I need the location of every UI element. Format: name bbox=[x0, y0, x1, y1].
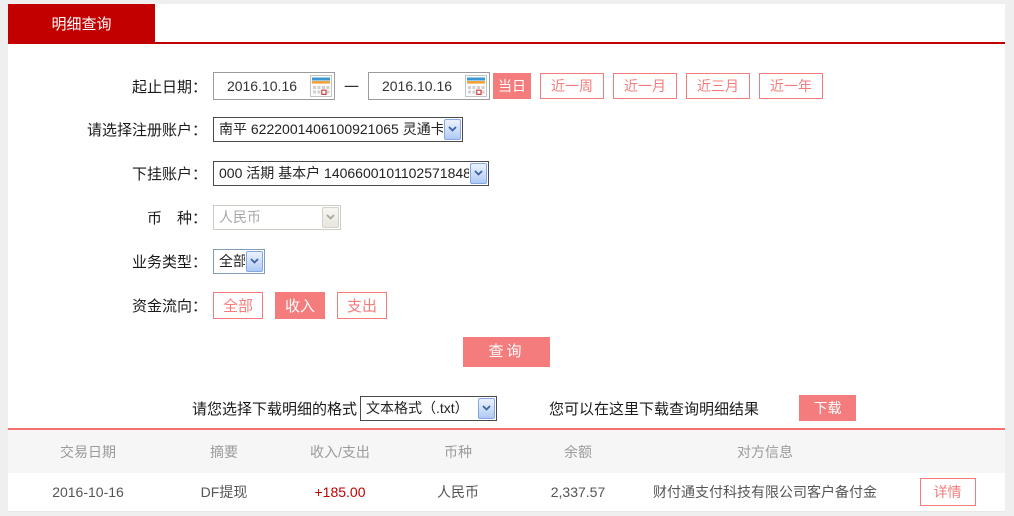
cell-trade-date: 2016-10-16 bbox=[52, 484, 124, 500]
quick-filter-quarter[interactable]: 近三月 bbox=[686, 73, 751, 99]
query-button-row: 查询 bbox=[8, 337, 1005, 367]
cell-balance: 2,337.57 bbox=[550, 484, 606, 500]
business-type-select[interactable]: 全部 bbox=[213, 248, 265, 274]
page-background: { "colors": { "brand_red": "#c30000", "s… bbox=[0, 0, 1014, 516]
tab-detail-query[interactable]: 明细查询 bbox=[8, 4, 155, 42]
registered-account-label: 请选择注册账户： bbox=[86, 121, 207, 139]
start-date-value: 2016.10.16 bbox=[226, 78, 298, 94]
chevron-down-icon[interactable] bbox=[444, 118, 461, 140]
sub-account-select[interactable]: 000 活期 基本户 1406600101102571848 bbox=[213, 160, 489, 186]
download-format-label: 请您选择下载明细的格式 bbox=[192, 400, 358, 418]
fund-flow-label: 资金流向： bbox=[131, 298, 207, 315]
calendar-icon[interactable] bbox=[310, 75, 332, 97]
sub-account-row: 下挂账户： 000 活期 基本户 1406600101102571848 bbox=[8, 160, 1005, 186]
download-format-value: 文本格式（.txt） bbox=[366, 400, 469, 416]
quick-filter-week[interactable]: 近一周 bbox=[540, 73, 605, 99]
header-counterparty: 对方信息 bbox=[737, 443, 793, 460]
header-currency: 币种 bbox=[444, 443, 472, 460]
sub-account-value: 000 活期 基本户 1406600101102571848 bbox=[219, 165, 469, 181]
download-row: 请您选择下载明细的格式 文本格式（.txt） 您可以在这里下载查询明细结果 下载 bbox=[8, 395, 1005, 421]
end-date-value: 2016.10.16 bbox=[381, 78, 453, 94]
table-header-row: 交易日期 摘要 收入/支出 币种 余额 对方信息 bbox=[8, 430, 1005, 473]
cell-counterparty: 财付通支付科技有限公司客户备付金 bbox=[653, 484, 877, 500]
chevron-down-icon[interactable] bbox=[246, 250, 263, 272]
currency-select: 人民币 bbox=[213, 204, 341, 230]
date-range-row: 起止日期： 2016.10.16 一 2016.10.16 当日 近一周 近一月… bbox=[8, 72, 1005, 100]
quick-filter-month[interactable]: 近一月 bbox=[613, 73, 678, 99]
end-date-input[interactable]: 2016.10.16 bbox=[368, 72, 491, 100]
calendar-icon[interactable] bbox=[465, 75, 488, 97]
query-form: 起止日期： 2016.10.16 一 2016.10.16 当日 近一周 近一月… bbox=[8, 44, 1005, 421]
registered-account-select[interactable]: 南平 6222001406100921065 灵通卡 bbox=[213, 116, 463, 142]
header-balance: 余额 bbox=[564, 443, 592, 460]
date-range-label: 起止日期： bbox=[131, 78, 207, 96]
content-panel: 明细查询 起止日期： 2016.10.16 一 2016.10.16 当日 近一… bbox=[8, 4, 1005, 512]
start-date-input[interactable]: 2016.10.16 bbox=[213, 72, 335, 100]
download-button[interactable]: 下载 bbox=[799, 395, 857, 421]
header-summary: 摘要 bbox=[210, 443, 238, 460]
chevron-down-icon[interactable] bbox=[478, 397, 496, 419]
registered-account-row: 请选择注册账户： 南平 6222001406100921065 灵通卡 bbox=[8, 116, 1005, 142]
header-income-expense: 收入/支出 bbox=[310, 443, 370, 460]
detail-button[interactable]: 详情 bbox=[919, 478, 976, 506]
chevron-down-icon[interactable] bbox=[470, 162, 487, 184]
download-format-select[interactable]: 文本格式（.txt） bbox=[360, 395, 498, 421]
business-type-row: 业务类型： 全部 bbox=[8, 248, 1005, 274]
registered-account-value: 南平 6222001406100921065 灵通卡 bbox=[219, 121, 443, 137]
currency-label: 币 种： bbox=[146, 209, 207, 227]
sub-account-label: 下挂账户： bbox=[131, 165, 207, 183]
fund-flow-income-button[interactable]: 收入 bbox=[275, 292, 326, 319]
chevron-down-icon bbox=[322, 206, 339, 228]
fund-flow-all-button[interactable]: 全部 bbox=[213, 292, 264, 319]
cell-summary: DF提现 bbox=[200, 484, 248, 500]
cell-currency: 人民币 bbox=[437, 484, 479, 500]
header-trade-date: 交易日期 bbox=[60, 443, 116, 460]
business-type-value: 全部 bbox=[219, 253, 245, 269]
business-type-label: 业务类型： bbox=[131, 253, 207, 271]
query-button[interactable]: 查询 bbox=[463, 337, 550, 367]
fund-flow-row: 资金流向： 全部 收入 支出 bbox=[8, 292, 1005, 319]
quick-filter-today[interactable]: 当日 bbox=[493, 73, 532, 99]
download-hint: 您可以在这里下载查询明细结果 bbox=[549, 400, 760, 418]
date-separator: 一 bbox=[344, 78, 360, 96]
cell-amount: +185.00 bbox=[314, 484, 366, 500]
table-row: 2016-10-16 DF提现 +185.00 人民币 2,337.57 财付通… bbox=[8, 473, 1005, 512]
currency-value: 人民币 bbox=[219, 209, 261, 225]
currency-row: 币 种： 人民币 bbox=[8, 204, 1005, 230]
quick-filter-year[interactable]: 近一年 bbox=[759, 73, 824, 99]
fund-flow-expense-button[interactable]: 支出 bbox=[337, 292, 388, 319]
